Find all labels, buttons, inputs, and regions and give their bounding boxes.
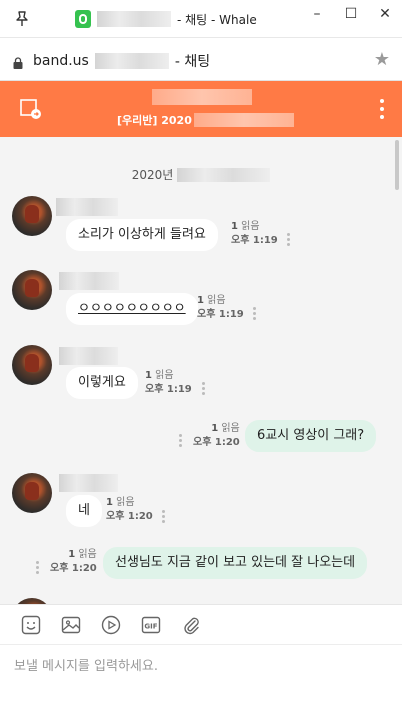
message-meta: 1 읽음 오후 1:20: [50, 549, 97, 574]
minimize-button[interactable]: –: [300, 0, 334, 28]
message-meta: 1 읽음 오후 1:20: [193, 423, 240, 448]
address-bar[interactable]: band.us - 채팅 ★: [0, 39, 402, 81]
redacted-url: [94, 53, 169, 69]
message-menu-icon[interactable]: [179, 434, 182, 449]
sender-name: [56, 198, 118, 216]
sender-name: [59, 272, 119, 290]
chat-menu-icon[interactable]: [380, 99, 384, 119]
image-icon[interactable]: [60, 614, 82, 636]
message-meta: 1 읽음 오후 1:20: [106, 497, 153, 522]
avatar[interactable]: [12, 196, 52, 236]
message-list[interactable]: 2020년 소리가 이상하게 들려요 1 읽음 오후 1:19 ㅇㅇㅇㅇㅇㅇㅇㅇ…: [0, 137, 402, 604]
bookmark-star-icon[interactable]: ★: [374, 49, 390, 70]
message-bubble[interactable]: 소리가 이상하게 들려요: [66, 219, 218, 251]
message-bubble[interactable]: 이렇게요: [66, 367, 138, 399]
message-bubble-mine[interactable]: 선생님도 지금 같이 보고 있는데 잘 나오는데: [103, 547, 368, 579]
url-text[interactable]: band.us - 채팅: [33, 51, 210, 71]
url-domain: band.us: [33, 53, 89, 69]
sender-name: [59, 474, 118, 492]
message-bubble[interactable]: ㅇㅇㅇㅇㅇㅇㅇㅇㅇ: [66, 293, 198, 325]
window-controls: – ☐ ✕: [300, 0, 402, 28]
message-menu-icon[interactable]: [36, 561, 39, 576]
url-suffix: - 채팅: [174, 54, 211, 70]
date-divider: 2020년: [0, 166, 402, 183]
message-bubble[interactable]: 네: [66, 495, 102, 527]
title-bar: - 채팅 - Whale – ☐ ✕: [0, 0, 402, 38]
redacted-date: [177, 167, 271, 182]
gif-icon[interactable]: GIF: [140, 614, 162, 636]
chat-subtitle: [우리반] 2020: [117, 112, 294, 128]
message-meta: 1 읽음 오후 1:19: [231, 221, 278, 246]
chat-header: [우리반] 2020: [0, 81, 402, 137]
window-title-area: - 채팅 - Whale: [75, 9, 257, 29]
compose-toolbar: GIF: [0, 604, 402, 644]
avatar[interactable]: [12, 345, 52, 385]
message-bubble-mine[interactable]: 6교시 영상이 그래?: [245, 420, 377, 452]
band-app-icon: [75, 10, 91, 28]
window-title: - 채팅 - Whale: [177, 12, 257, 27]
sender-name: [59, 347, 118, 365]
attach-icon[interactable]: [180, 614, 202, 636]
maximize-button[interactable]: ☐: [334, 0, 368, 28]
date-text: 2020년: [131, 168, 174, 182]
chat-subtitle-text: [우리반] 2020: [117, 114, 192, 127]
pin-icon[interactable]: [12, 9, 32, 29]
message-input[interactable]: [14, 655, 388, 715]
redacted-chat-name: [152, 89, 252, 105]
close-button[interactable]: ✕: [368, 0, 402, 28]
svg-text:GIF: GIF: [144, 622, 157, 630]
redacted-title: [97, 11, 171, 27]
avatar[interactable]: [12, 270, 52, 310]
message-input-area: [0, 644, 402, 725]
message-menu-icon[interactable]: [253, 307, 256, 322]
avatar[interactable]: [12, 473, 52, 513]
exit-chat-icon[interactable]: [20, 98, 42, 120]
message-menu-icon[interactable]: [162, 510, 165, 525]
message-menu-icon[interactable]: [202, 382, 205, 397]
message-meta: 1 읽음 오후 1:19: [145, 370, 192, 395]
redacted-subtitle: [193, 113, 294, 127]
video-icon[interactable]: [100, 614, 122, 636]
message-meta: 1 읽음 오후 1:19: [197, 295, 244, 320]
lock-icon: [13, 54, 23, 69]
message-menu-icon[interactable]: [287, 233, 290, 248]
emoticon-icon[interactable]: [20, 614, 42, 636]
